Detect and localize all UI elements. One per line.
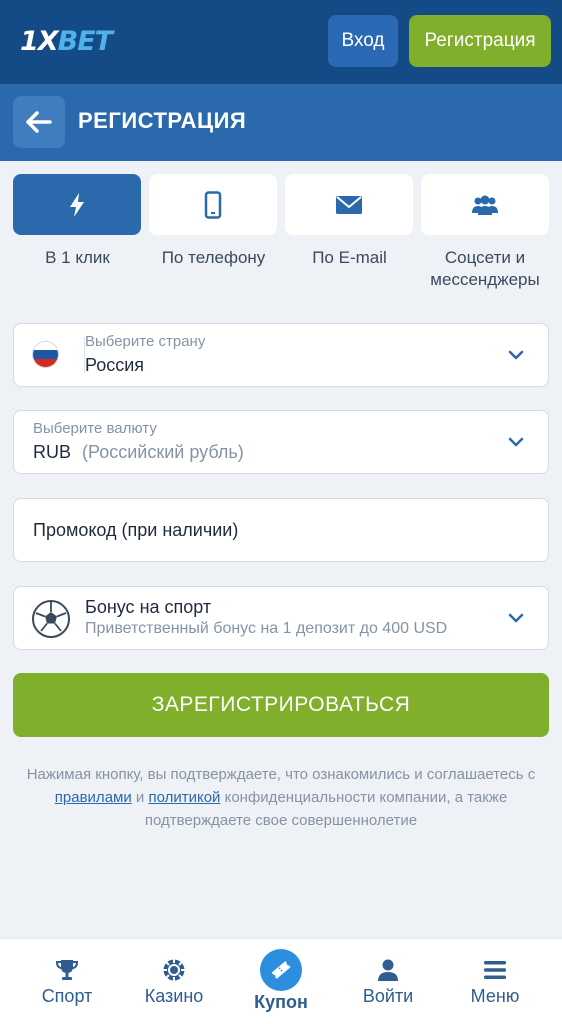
tab-email[interactable] [285, 174, 413, 235]
back-button[interactable] [13, 96, 65, 148]
lightning-icon [70, 192, 84, 217]
currency-select[interactable]: Выберите валюту RUB (Российский рубль) [13, 410, 549, 474]
register-top-button[interactable]: Регистрация [409, 15, 551, 67]
chevron-down-icon [508, 437, 524, 447]
currency-value: RUB (Российский рубль) [33, 442, 244, 463]
tab-phone[interactable] [149, 174, 277, 235]
policy-link[interactable]: политикой [148, 789, 220, 806]
nav-menu-label: Меню [470, 986, 520, 1006]
nav-casino-label: Казино [144, 986, 204, 1006]
promo-code-placeholder: Промокод (при наличии) [33, 520, 239, 540]
currency-code: RUB [33, 442, 72, 462]
users-icon [472, 195, 498, 215]
menu-icon [482, 957, 508, 983]
nav-coupon-label: Купон [254, 992, 308, 1012]
arrow-left-icon [26, 111, 52, 133]
top-bar: 1XBET Вход Регистрация [0, 0, 562, 84]
casino-chip-icon [161, 957, 187, 983]
currency-caption: Выберите валюту [33, 420, 157, 437]
bonus-description: Приветственный бонус на 1 депозит до 400… [85, 620, 448, 637]
user-icon [375, 957, 401, 983]
nav-sport[interactable]: Спорт [11, 939, 123, 1024]
logo-main-text: 1X [20, 26, 59, 57]
nav-login-label: Войти [362, 986, 414, 1006]
page-title: РЕГИСТРАЦИЯ [78, 108, 247, 133]
phone-icon [204, 190, 222, 219]
tab-social[interactable] [421, 174, 549, 235]
page-header: РЕГИСТРАЦИЯ [0, 84, 562, 161]
country-select[interactable]: Выберите страну Россия [13, 323, 549, 387]
tab-one-click-label: В 1 клик [45, 248, 110, 267]
nav-coupon[interactable]: Купон [225, 939, 337, 1024]
promo-code-input[interactable]: Промокод (при наличии) [13, 498, 549, 562]
chevron-down-icon [508, 350, 524, 360]
tab-email-label: По E-mail [312, 248, 387, 267]
envelope-icon [336, 195, 362, 214]
ticket-icon [260, 949, 302, 991]
bottom-nav: Спорт Казино Купон Войти Меню [0, 938, 562, 1024]
country-caption: Выберите страну [85, 333, 206, 350]
nav-sport-label: Спорт [41, 986, 93, 1006]
chevron-down-icon [508, 613, 524, 623]
tab-one-click[interactable] [13, 174, 141, 235]
logo[interactable]: 1XBET [20, 26, 113, 57]
country-value: Россия [85, 355, 145, 375]
soccer-ball-icon [32, 600, 70, 638]
russia-flag-icon [32, 341, 59, 368]
logo-accent-text: BET [57, 26, 113, 57]
nav-menu[interactable]: Меню [439, 939, 551, 1024]
bonus-select[interactable]: Бонус на спорт Приветственный бонус на 1… [13, 586, 549, 650]
currency-name: (Российский рубль) [82, 442, 244, 462]
tab-phone-label: По телефону [161, 248, 266, 267]
nav-login[interactable]: Войти [332, 939, 444, 1024]
trophy-icon [54, 957, 80, 983]
terms-text: Нажимая кнопку, вы подтверждаете, что оз… [20, 763, 542, 832]
nav-casino[interactable]: Казино [118, 939, 230, 1024]
terms-and: и [135, 789, 145, 806]
bonus-title: Бонус на спорт [85, 597, 212, 617]
rules-link[interactable]: правилами [55, 789, 132, 806]
tab-social-label: Соцсети и мессенджеры [430, 248, 540, 289]
register-submit-button[interactable]: ЗАРЕГИСТРИРОВАТЬСЯ [13, 673, 549, 737]
terms-part1: Нажимая кнопку, вы подтверждаете, что оз… [26, 766, 536, 783]
login-button[interactable]: Вход [328, 15, 398, 67]
